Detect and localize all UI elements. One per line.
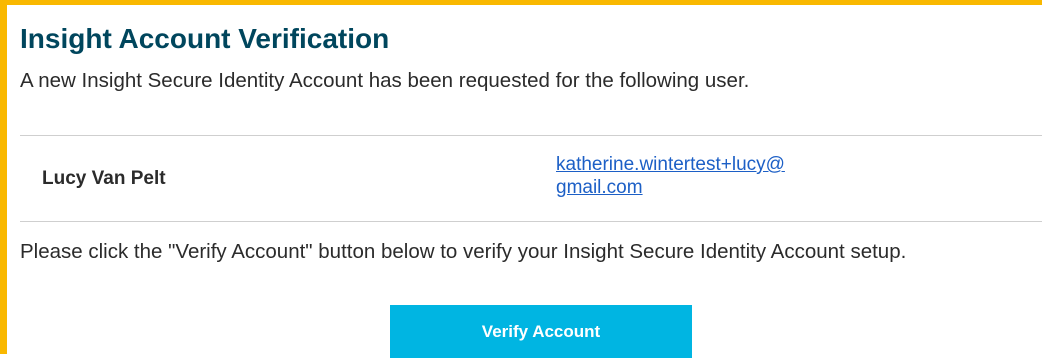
user-name: Lucy Van Pelt xyxy=(42,168,166,189)
verify-account-button[interactable]: Verify Account xyxy=(390,305,692,358)
verification-email-card: Insight Account Verification A new Insig… xyxy=(0,0,1042,358)
divider-bottom xyxy=(20,221,1042,222)
email-title: Insight Account Verification xyxy=(20,23,390,54)
divider-top xyxy=(20,135,1042,136)
user-email-line-2: gmail.com xyxy=(556,177,643,198)
user-email-line-1: katherine.wintertest+lucy@ xyxy=(556,154,785,175)
intro-text: A new Insight Secure Identity Account ha… xyxy=(20,69,750,92)
instructions-text: Please click the "Verify Account" button… xyxy=(20,240,907,263)
user-email-link[interactable]: katherine.wintertest+lucy@ gmail.com xyxy=(556,153,936,199)
